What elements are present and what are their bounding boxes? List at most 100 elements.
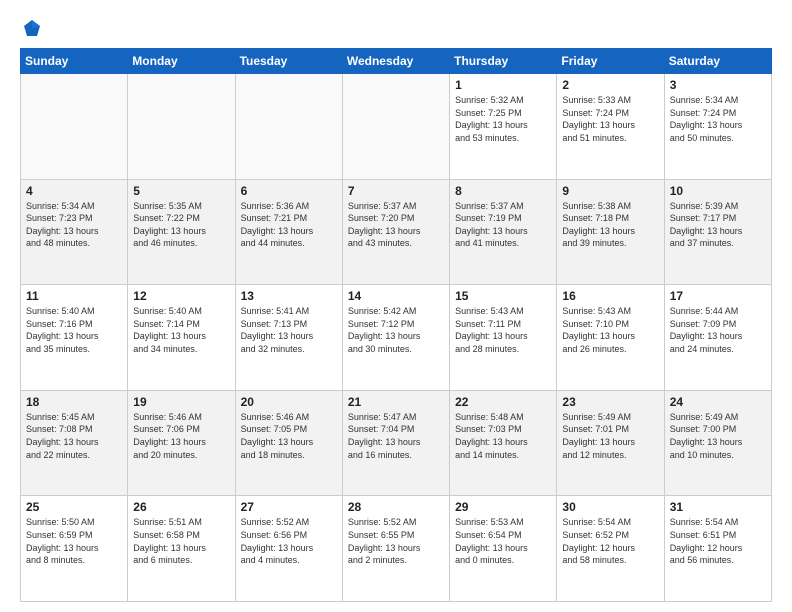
- day-number: 2: [562, 78, 658, 92]
- day-info: Sunrise: 5:52 AMSunset: 6:55 PMDaylight:…: [348, 516, 444, 566]
- day-number: 10: [670, 184, 766, 198]
- day-number: 13: [241, 289, 337, 303]
- weekday-header-tuesday: Tuesday: [235, 49, 342, 74]
- day-info: Sunrise: 5:42 AMSunset: 7:12 PMDaylight:…: [348, 305, 444, 355]
- weekday-header-sunday: Sunday: [21, 49, 128, 74]
- day-number: 31: [670, 500, 766, 514]
- calendar-cell: 16 Sunrise: 5:43 AMSunset: 7:10 PMDayligh…: [557, 285, 664, 391]
- day-info: Sunrise: 5:45 AMSunset: 7:08 PMDaylight:…: [26, 411, 122, 461]
- calendar-week-1: 1 Sunrise: 5:32 AMSunset: 7:25 PMDaylight…: [21, 74, 772, 180]
- calendar-cell: 9Sunrise: 5:38 AMSunset: 7:18 PMDaylight…: [557, 179, 664, 285]
- calendar-cell: [21, 74, 128, 180]
- weekday-header-friday: Friday: [557, 49, 664, 74]
- calendar-cell: 21Sunrise: 5:47 AMSunset: 7:04 PMDayligh…: [342, 390, 449, 496]
- calendar-cell: 24 Sunrise: 5:49 AMSunset: 7:00 PMDayligh…: [664, 390, 771, 496]
- day-number: 4: [26, 184, 122, 198]
- calendar-cell: 27 Sunrise: 5:52 AMSunset: 6:56 PMDayligh…: [235, 496, 342, 602]
- calendar-table: SundayMondayTuesdayWednesdayThursdayFrid…: [20, 48, 772, 602]
- calendar-cell: 4 Sunrise: 5:34 AMSunset: 7:23 PMDaylight…: [21, 179, 128, 285]
- page: SundayMondayTuesdayWednesdayThursdayFrid…: [0, 0, 792, 612]
- day-info: Sunrise: 5:43 AMSunset: 7:10 PMDaylight:…: [562, 305, 658, 355]
- day-info: Sunrise: 5:50 AMSunset: 6:59 PMDaylight:…: [26, 516, 122, 566]
- calendar-cell: 11 Sunrise: 5:40 AMSunset: 7:16 PMDayligh…: [21, 285, 128, 391]
- weekday-header-saturday: Saturday: [664, 49, 771, 74]
- day-number: 30: [562, 500, 658, 514]
- calendar-cell: 22 Sunrise: 5:48 AMSunset: 7:03 PMDayligh…: [450, 390, 557, 496]
- day-info: Sunrise: 5:54 AMSunset: 6:52 PMDaylight:…: [562, 516, 658, 566]
- weekday-header-monday: Monday: [128, 49, 235, 74]
- calendar-week-5: 25 Sunrise: 5:50 AMSunset: 6:59 PMDayligh…: [21, 496, 772, 602]
- calendar-cell: 15Sunrise: 5:43 AMSunset: 7:11 PMDayligh…: [450, 285, 557, 391]
- calendar-cell: 29 Sunrise: 5:53 AMSunset: 6:54 PMDayligh…: [450, 496, 557, 602]
- weekday-header-row: SundayMondayTuesdayWednesdayThursdayFrid…: [21, 49, 772, 74]
- calendar-cell: 8Sunrise: 5:37 AMSunset: 7:19 PMDaylight…: [450, 179, 557, 285]
- day-info: Sunrise: 5:53 AMSunset: 6:54 PMDaylight:…: [455, 516, 551, 566]
- day-info: Sunrise: 5:32 AMSunset: 7:25 PMDaylight:…: [455, 94, 551, 144]
- day-number: 19: [133, 395, 229, 409]
- calendar-cell: 26 Sunrise: 5:51 AMSunset: 6:58 PMDayligh…: [128, 496, 235, 602]
- day-info: Sunrise: 5:34 AMSunset: 7:23 PMDaylight:…: [26, 200, 122, 250]
- calendar-cell: 18 Sunrise: 5:45 AMSunset: 7:08 PMDayligh…: [21, 390, 128, 496]
- calendar-cell: 17Sunrise: 5:44 AMSunset: 7:09 PMDayligh…: [664, 285, 771, 391]
- calendar-cell: 3Sunrise: 5:34 AMSunset: 7:24 PMDaylight…: [664, 74, 771, 180]
- day-info: Sunrise: 5:54 AMSunset: 6:51 PMDaylight:…: [670, 516, 766, 566]
- day-number: 26: [133, 500, 229, 514]
- day-info: Sunrise: 5:46 AMSunset: 7:06 PMDaylight:…: [133, 411, 229, 461]
- day-number: 22: [455, 395, 551, 409]
- day-info: Sunrise: 5:39 AMSunset: 7:17 PMDaylight:…: [670, 200, 766, 250]
- day-number: 11: [26, 289, 122, 303]
- calendar-cell: 2 Sunrise: 5:33 AMSunset: 7:24 PMDaylight…: [557, 74, 664, 180]
- logo: [20, 18, 42, 38]
- weekday-header-thursday: Thursday: [450, 49, 557, 74]
- day-number: 12: [133, 289, 229, 303]
- day-number: 14: [348, 289, 444, 303]
- calendar-cell: [342, 74, 449, 180]
- calendar-cell: 7Sunrise: 5:37 AMSunset: 7:20 PMDaylight…: [342, 179, 449, 285]
- day-info: Sunrise: 5:40 AMSunset: 7:16 PMDaylight:…: [26, 305, 122, 355]
- calendar-cell: 13 Sunrise: 5:41 AMSunset: 7:13 PMDayligh…: [235, 285, 342, 391]
- day-info: Sunrise: 5:36 AMSunset: 7:21 PMDaylight:…: [241, 200, 337, 250]
- day-info: Sunrise: 5:38 AMSunset: 7:18 PMDaylight:…: [562, 200, 658, 250]
- day-number: 1: [455, 78, 551, 92]
- day-info: Sunrise: 5:35 AMSunset: 7:22 PMDaylight:…: [133, 200, 229, 250]
- day-number: 29: [455, 500, 551, 514]
- day-number: 24: [670, 395, 766, 409]
- calendar-cell: 28 Sunrise: 5:52 AMSunset: 6:55 PMDayligh…: [342, 496, 449, 602]
- day-info: Sunrise: 5:48 AMSunset: 7:03 PMDaylight:…: [455, 411, 551, 461]
- calendar-week-4: 18 Sunrise: 5:45 AMSunset: 7:08 PMDayligh…: [21, 390, 772, 496]
- calendar-cell: 10 Sunrise: 5:39 AMSunset: 7:17 PMDayligh…: [664, 179, 771, 285]
- day-number: 28: [348, 500, 444, 514]
- day-info: Sunrise: 5:46 AMSunset: 7:05 PMDaylight:…: [241, 411, 337, 461]
- day-number: 27: [241, 500, 337, 514]
- day-number: 20: [241, 395, 337, 409]
- calendar-cell: [235, 74, 342, 180]
- header: [20, 18, 772, 38]
- calendar-cell: 23Sunrise: 5:49 AMSunset: 7:01 PMDayligh…: [557, 390, 664, 496]
- day-info: Sunrise: 5:47 AMSunset: 7:04 PMDaylight:…: [348, 411, 444, 461]
- calendar-cell: [128, 74, 235, 180]
- calendar-week-2: 4 Sunrise: 5:34 AMSunset: 7:23 PMDaylight…: [21, 179, 772, 285]
- day-number: 25: [26, 500, 122, 514]
- day-info: Sunrise: 5:33 AMSunset: 7:24 PMDaylight:…: [562, 94, 658, 144]
- calendar-cell: 19 Sunrise: 5:46 AMSunset: 7:06 PMDayligh…: [128, 390, 235, 496]
- logo-icon: [22, 18, 42, 38]
- calendar-cell: 5Sunrise: 5:35 AMSunset: 7:22 PMDaylight…: [128, 179, 235, 285]
- day-number: 3: [670, 78, 766, 92]
- day-info: Sunrise: 5:51 AMSunset: 6:58 PMDaylight:…: [133, 516, 229, 566]
- calendar-cell: 31 Sunrise: 5:54 AMSunset: 6:51 PMDayligh…: [664, 496, 771, 602]
- calendar-cell: 14 Sunrise: 5:42 AMSunset: 7:12 PMDayligh…: [342, 285, 449, 391]
- day-info: Sunrise: 5:41 AMSunset: 7:13 PMDaylight:…: [241, 305, 337, 355]
- day-number: 23: [562, 395, 658, 409]
- calendar-cell: 30 Sunrise: 5:54 AMSunset: 6:52 PMDayligh…: [557, 496, 664, 602]
- day-info: Sunrise: 5:49 AMSunset: 7:00 PMDaylight:…: [670, 411, 766, 461]
- day-info: Sunrise: 5:40 AMSunset: 7:14 PMDaylight:…: [133, 305, 229, 355]
- calendar-cell: 6 Sunrise: 5:36 AMSunset: 7:21 PMDaylight…: [235, 179, 342, 285]
- day-number: 6: [241, 184, 337, 198]
- day-number: 15: [455, 289, 551, 303]
- day-info: Sunrise: 5:44 AMSunset: 7:09 PMDaylight:…: [670, 305, 766, 355]
- day-info: Sunrise: 5:37 AMSunset: 7:19 PMDaylight:…: [455, 200, 551, 250]
- calendar-cell: 1 Sunrise: 5:32 AMSunset: 7:25 PMDaylight…: [450, 74, 557, 180]
- day-info: Sunrise: 5:52 AMSunset: 6:56 PMDaylight:…: [241, 516, 337, 566]
- day-number: 16: [562, 289, 658, 303]
- day-number: 18: [26, 395, 122, 409]
